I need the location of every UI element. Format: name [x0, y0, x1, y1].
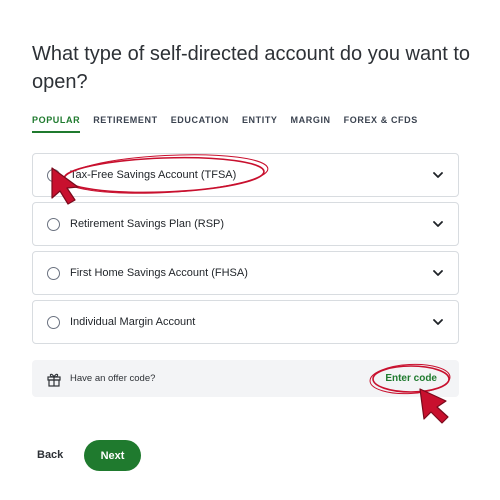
radio-button[interactable]: [47, 168, 60, 182]
page-title: What type of self-directed account do yo…: [32, 43, 471, 93]
tab-popular[interactable]: POPULAR: [32, 115, 81, 133]
offer-code-bar: Have an offer code? Enter code: [32, 360, 459, 397]
radio-button[interactable]: [47, 266, 60, 280]
tab-entity[interactable]: ENTITY: [242, 115, 278, 133]
chevron-down-icon[interactable]: [432, 316, 444, 328]
radio-button[interactable]: [47, 217, 60, 231]
account-options-list: Tax-Free Savings Account (TFSA) Retireme…: [32, 153, 459, 349]
option-fhsa[interactable]: First Home Savings Account (FHSA): [32, 251, 459, 295]
option-rsp[interactable]: Retirement Savings Plan (RSP): [32, 202, 459, 246]
enter-code-link[interactable]: Enter code: [385, 373, 437, 384]
next-button[interactable]: Next: [84, 440, 141, 471]
option-label: Retirement Savings Plan (RSP): [70, 218, 225, 230]
account-type-tabs: POPULAR RETIREMENT EDUCATION ENTITY MARG…: [32, 115, 431, 133]
option-label: Individual Margin Account: [70, 316, 196, 328]
chevron-down-icon[interactable]: [432, 267, 444, 279]
gift-icon: [46, 371, 62, 387]
radio-button[interactable]: [47, 315, 60, 329]
chevron-down-icon[interactable]: [432, 218, 444, 230]
back-button[interactable]: Back: [37, 449, 63, 461]
tab-margin[interactable]: MARGIN: [291, 115, 331, 133]
tab-forex-cfds[interactable]: FOREX & CFDS: [344, 115, 418, 133]
option-individual-margin[interactable]: Individual Margin Account: [32, 300, 459, 344]
chevron-down-icon[interactable]: [432, 169, 444, 181]
offer-code-label: Have an offer code?: [70, 373, 156, 384]
tab-retirement[interactable]: RETIREMENT: [93, 115, 158, 133]
option-label: First Home Savings Account (FHSA): [70, 267, 248, 279]
option-label: Tax-Free Savings Account (TFSA): [70, 169, 237, 181]
tab-education[interactable]: EDUCATION: [171, 115, 229, 133]
option-tfsa[interactable]: Tax-Free Savings Account (TFSA): [32, 153, 459, 197]
